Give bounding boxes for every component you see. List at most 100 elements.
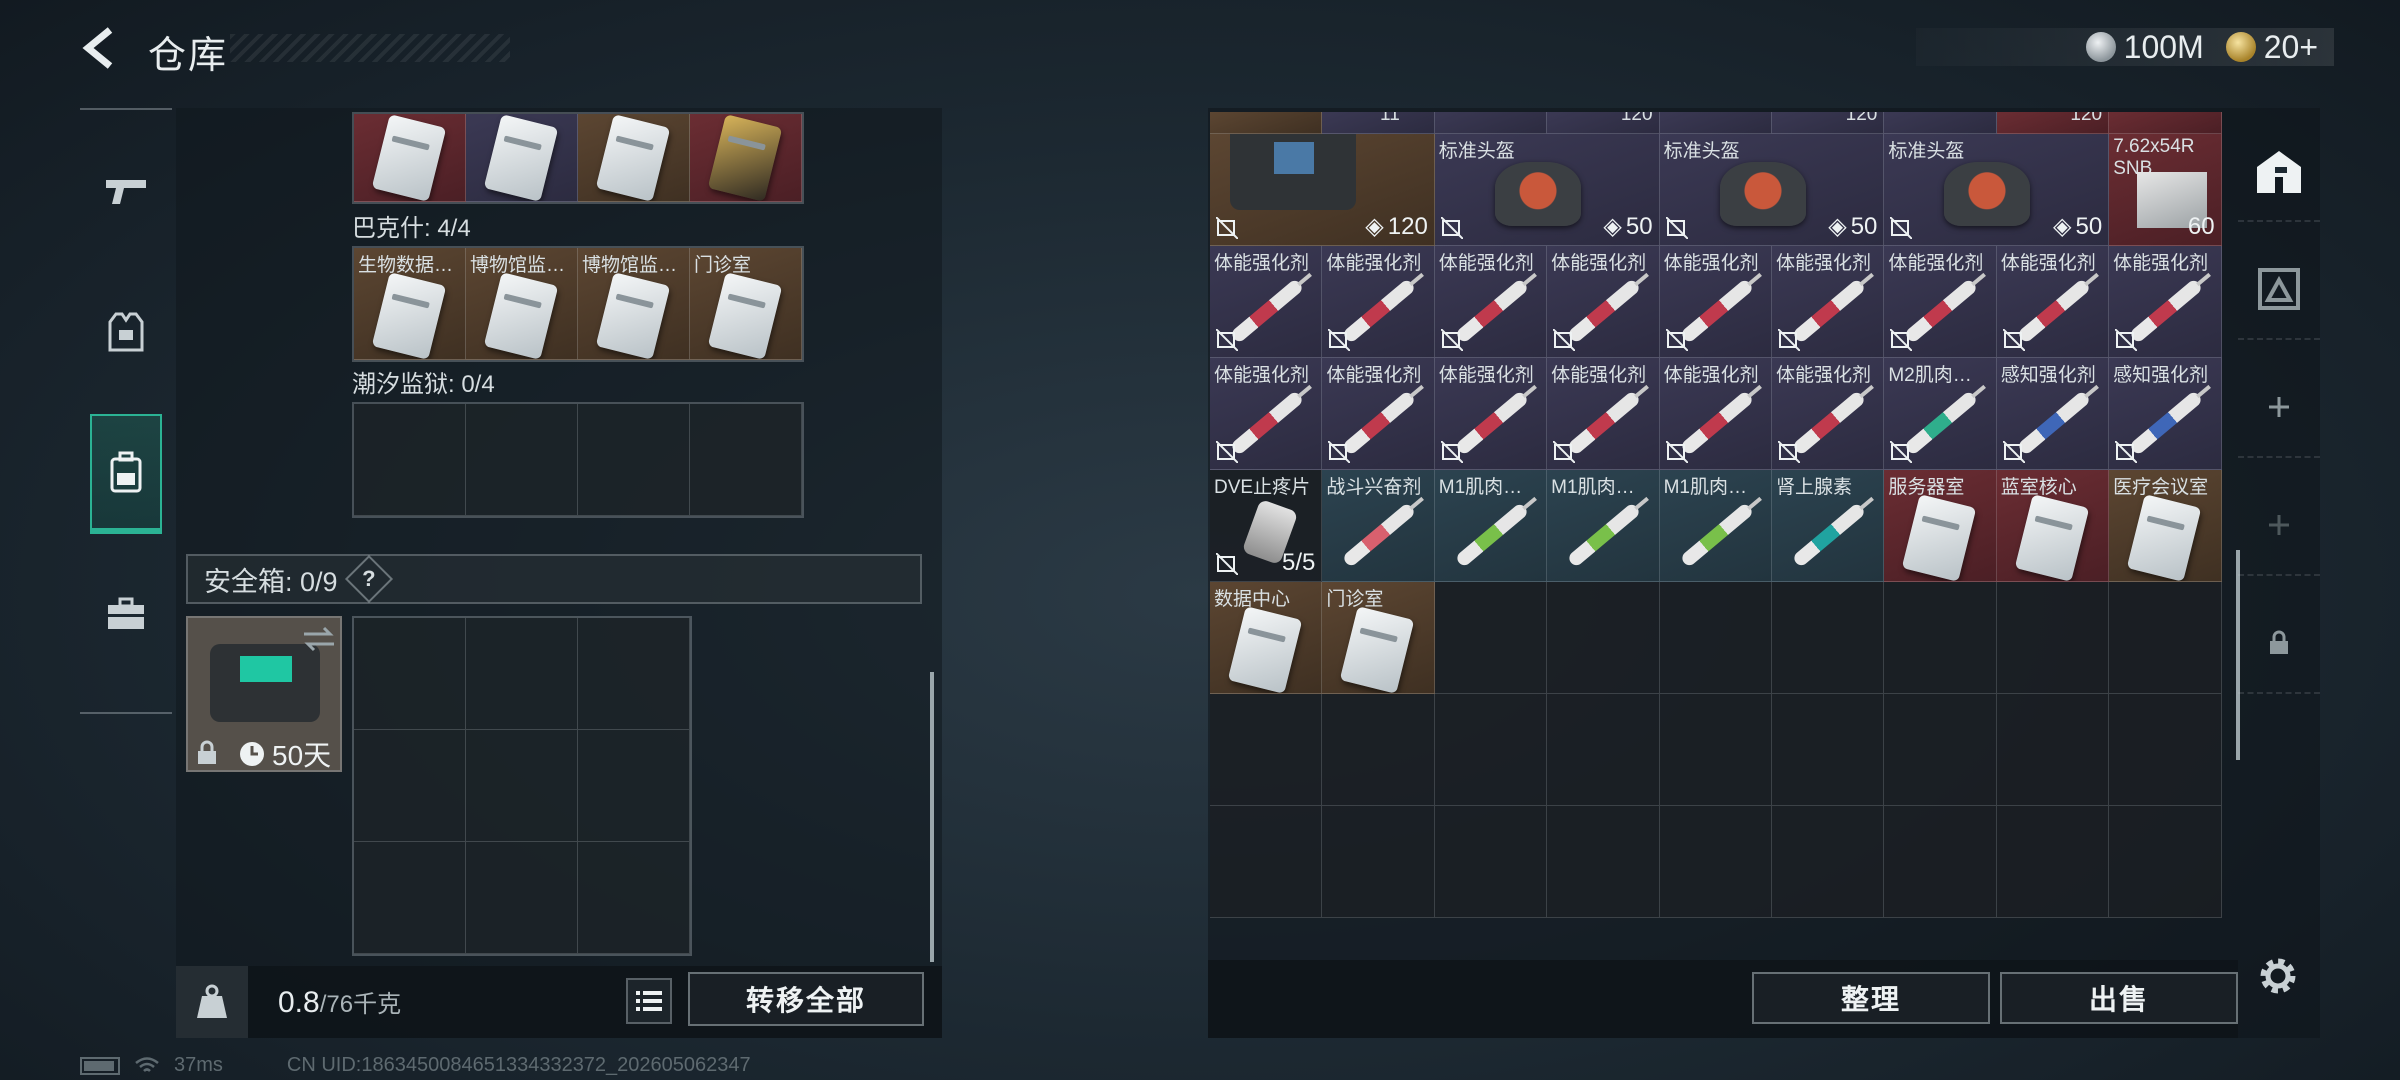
item-slot[interactable]: 体能强化剂: [1210, 358, 1323, 470]
item-slot[interactable]: [578, 114, 690, 202]
rail-add-button[interactable]: [2238, 476, 2320, 576]
empty-slot[interactable]: [1996, 806, 2110, 918]
list-view-button[interactable]: [626, 978, 672, 1024]
safe-box-item[interactable]: 50天: [186, 616, 342, 772]
empty-slot[interactable]: [1547, 806, 1660, 918]
rail-tab-stash[interactable]: [2238, 122, 2320, 222]
item-slot[interactable]: 门诊室: [1322, 582, 1435, 694]
item-slot[interactable]: 战斗兴奋剂: [1322, 470, 1435, 582]
item-slot[interactable]: 数据中心: [1210, 582, 1323, 694]
settings-button[interactable]: [2254, 952, 2302, 1000]
empty-slot[interactable]: [690, 404, 802, 516]
item-slot[interactable]: 体能强化剂: [2109, 246, 2222, 358]
sell-button[interactable]: 出售: [2000, 972, 2238, 1024]
item-slot[interactable]: 体能强化剂: [1322, 358, 1435, 470]
empty-slot[interactable]: [354, 842, 466, 954]
tab-vest[interactable]: [90, 272, 162, 392]
item-slot[interactable]: 肾上腺素: [1771, 470, 1885, 582]
item-slot[interactable]: 体能强化剂: [1771, 246, 1885, 358]
empty-slot[interactable]: [1434, 694, 1548, 806]
item-slot[interactable]: 生物数据…: [354, 248, 466, 360]
empty-slot[interactable]: [354, 730, 466, 842]
empty-slot[interactable]: [578, 404, 690, 516]
empty-slot[interactable]: [1884, 806, 1997, 918]
organize-button[interactable]: 整理: [1752, 972, 1990, 1024]
empty-slot[interactable]: [1322, 694, 1435, 806]
empty-slot[interactable]: [1884, 694, 1997, 806]
item-slot[interactable]: 感知强化剂: [2109, 358, 2222, 470]
rail-add-button[interactable]: [2238, 358, 2320, 458]
item-slot[interactable]: 体能强化剂: [1210, 246, 1323, 358]
item-slot[interactable]: 医疗会议室: [2109, 470, 2222, 582]
empty-slot[interactable]: [1659, 694, 1772, 806]
rail-tab-crate[interactable]: [2238, 240, 2320, 340]
item-slot[interactable]: 体能强化剂: [1434, 246, 1548, 358]
item-slot[interactable]: M1肌肉…: [1659, 470, 1772, 582]
item-slot[interactable]: 体能强化剂: [1659, 358, 1772, 470]
empty-slot[interactable]: [466, 618, 578, 730]
tab-weapons[interactable]: [90, 132, 162, 252]
empty-slot[interactable]: [466, 730, 578, 842]
empty-slot[interactable]: [1434, 806, 1548, 918]
empty-slot[interactable]: [578, 842, 690, 954]
empty-slot[interactable]: [578, 730, 690, 842]
empty-slot[interactable]: [1996, 694, 2110, 806]
empty-slot[interactable]: [578, 618, 690, 730]
empty-slot[interactable]: [1210, 806, 1323, 918]
item-slot[interactable]: 感知强化剂: [1996, 358, 2110, 470]
empty-slot[interactable]: [1771, 806, 1885, 918]
item-slot[interactable]: 7.62x54R SNB 60: [2109, 134, 2222, 246]
item-slot[interactable]: 服务器室: [1884, 470, 1997, 582]
item-slot[interactable]: 体能强化剂: [1771, 358, 1885, 470]
empty-slot[interactable]: [1996, 582, 2110, 694]
item-slot[interactable]: 蓝室核心: [1996, 470, 2110, 582]
item-slot[interactable]: ◈ 120: [1210, 134, 1435, 246]
item-slot[interactable]: M2肌肉…: [1884, 358, 1997, 470]
empty-slot[interactable]: [1547, 694, 1660, 806]
empty-slot[interactable]: [354, 404, 466, 516]
empty-slot[interactable]: [1659, 582, 1772, 694]
empty-slot[interactable]: [1884, 582, 1997, 694]
empty-slot[interactable]: [1771, 694, 1885, 806]
item-slot[interactable]: DVE止疼片 5/5: [1210, 470, 1323, 582]
empty-slot[interactable]: [466, 842, 578, 954]
left-scrollbar[interactable]: [930, 672, 934, 962]
item-slot[interactable]: 门诊室: [690, 248, 802, 360]
item-slot[interactable]: 体能强化剂: [1322, 246, 1435, 358]
item-slot[interactable]: 标准头盔 ◈ 50: [1434, 134, 1660, 246]
item-slot[interactable]: 体能强化剂: [1996, 246, 2110, 358]
swap-icon[interactable]: [302, 624, 336, 654]
empty-slot[interactable]: [1322, 806, 1435, 918]
empty-slot[interactable]: [2109, 582, 2222, 694]
item-slot[interactable]: 体能强化剂: [1884, 246, 1997, 358]
tab-backpack[interactable]: [90, 414, 162, 534]
item-slot[interactable]: 标准头盔 ◈ 50: [1884, 134, 2110, 246]
item-slot[interactable]: [354, 114, 466, 202]
item-slot[interactable]: 博物馆监…: [466, 248, 578, 360]
item-slot[interactable]: [466, 114, 578, 202]
item-slot[interactable]: M1肌肉…: [1547, 470, 1660, 582]
item-slot[interactable]: 体能强化剂: [1659, 246, 1772, 358]
help-button[interactable]: ?: [344, 554, 393, 604]
empty-slot[interactable]: [2109, 806, 2222, 918]
transfer-all-button[interactable]: 转移全部: [688, 972, 924, 1026]
item-slot[interactable]: M1肌肉…: [1434, 470, 1548, 582]
empty-slot[interactable]: [1659, 806, 1772, 918]
empty-slot[interactable]: [1771, 582, 1885, 694]
item-slot[interactable]: [690, 114, 802, 202]
empty-slot[interactable]: [1434, 582, 1548, 694]
rail-locked-slot[interactable]: [2238, 594, 2320, 694]
item-slot[interactable]: 体能强化剂: [1434, 358, 1548, 470]
empty-slot[interactable]: [1210, 694, 1323, 806]
tab-case[interactable]: [90, 554, 162, 674]
back-button[interactable]: [76, 24, 124, 72]
item-slot[interactable]: 体能强化剂: [1547, 246, 1660, 358]
item-slot[interactable]: 标准头盔 ◈ 50: [1659, 134, 1885, 246]
item-slot[interactable]: 博物馆监…: [578, 248, 690, 360]
empty-slot[interactable]: [466, 404, 578, 516]
gold-currency[interactable]: 20+: [2225, 29, 2318, 66]
empty-slot[interactable]: [354, 618, 466, 730]
empty-slot[interactable]: [2109, 694, 2222, 806]
empty-slot[interactable]: [1547, 582, 1660, 694]
item-slot[interactable]: 体能强化剂: [1547, 358, 1660, 470]
